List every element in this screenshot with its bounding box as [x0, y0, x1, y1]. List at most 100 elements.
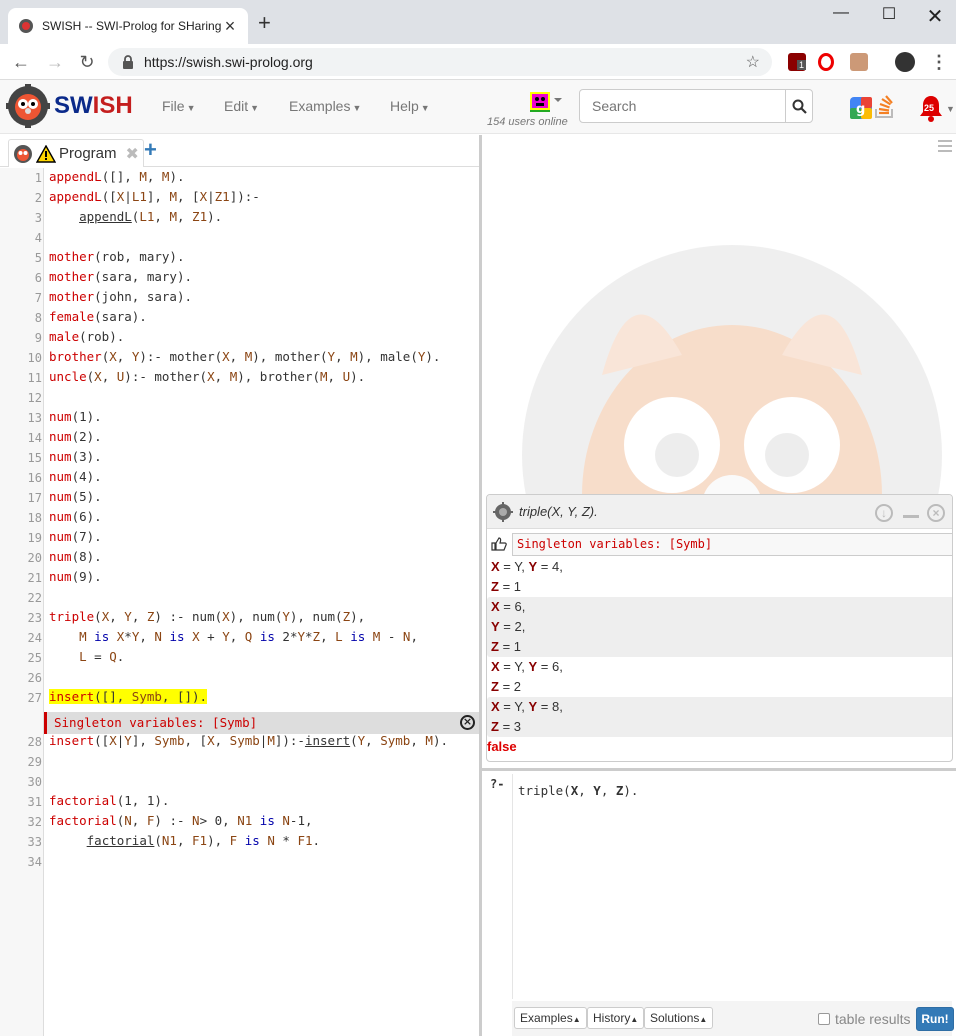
code-line: num(2). [49, 429, 102, 444]
table-results-checkbox[interactable] [818, 1013, 830, 1025]
code-line: female(sara). [49, 309, 147, 324]
cat-extension-icon[interactable] [850, 53, 868, 71]
answer[interactable]: X = Y, Y = 6, Z = 2 [487, 657, 952, 697]
answer[interactable]: X = Y, Y = 4, Z = 1 [487, 557, 952, 597]
user-avatar-icon[interactable] [530, 90, 562, 112]
svg-text:g: g [856, 102, 865, 117]
gear-icon [493, 501, 513, 522]
code-line: num(8). [49, 549, 102, 564]
query-runner: triple(X, Y, Z). ↓ × Singleton variables… [486, 494, 953, 762]
omnibox[interactable]: https://swish.swi-prolog.org ☆ [108, 48, 772, 76]
close-warning-icon[interactable]: × [460, 715, 475, 730]
browser-tab-title: SWISH -- SWI-Prolog for SHaring [42, 19, 222, 33]
forward-icon[interactable]: → [44, 52, 66, 73]
users-online: 154 users online [487, 116, 568, 128]
line-number: 31 [27, 795, 42, 809]
minimize-runner-icon[interactable] [903, 515, 919, 518]
line-number: 11 [27, 371, 42, 385]
editor-tab-strip: Program ✖ + [0, 135, 479, 167]
google-login-icon[interactable]: g [850, 97, 872, 119]
url-text: https://swish.swi-prolog.org [144, 54, 313, 70]
code-line: appendL([], M, M). [49, 169, 185, 184]
code-line: num(4). [49, 469, 102, 484]
bookmark-star-icon[interactable]: ☆ [746, 52, 760, 72]
back-icon[interactable]: ← [10, 52, 32, 73]
caret-down-icon: ▼ [352, 103, 362, 113]
close-window-icon[interactable]: ✕ [912, 4, 956, 28]
table-results-toggle[interactable]: table results [818, 1011, 910, 1027]
answer-line: X = 6, [491, 599, 526, 614]
code-line: factorial(N1, F1), F is N * F1. [86, 833, 321, 848]
line-number: 19 [27, 531, 42, 545]
hand-pointer-icon [491, 537, 507, 551]
browser-tab-bar: SWISH -- SWI-Prolog for SHaring × + — ☐ … [0, 0, 956, 44]
reload-icon[interactable]: ↻ [76, 52, 98, 73]
line-number: 6 [34, 271, 42, 285]
code-line: mother(john, sara). [49, 289, 192, 304]
runner-query: triple(X, Y, Z). [519, 504, 598, 519]
close-tab-icon[interactable]: ✖ [126, 144, 139, 164]
line-number: 22 [27, 591, 42, 605]
brand-title[interactable]: SWISH [54, 92, 133, 120]
query-editor-pane: ?- triple(X, Y, Z). Examples▲ History▲ S… [482, 768, 956, 1036]
swish-navbar: SWISH File ▼ Edit ▼ Examples ▼ Help ▼ 154 us… [0, 80, 956, 134]
close-runner-icon[interactable]: × [927, 504, 945, 522]
line-number: 28 [27, 735, 42, 749]
address-bar-row: ← → ↻ https://swish.swi-prolog.org ☆ 1 ⋮ [0, 44, 956, 80]
line-number: 21 [27, 571, 42, 585]
menu-edit[interactable]: Edit ▼ [224, 98, 259, 114]
browser-tab[interactable]: SWISH -- SWI-Prolog for SHaring × [8, 8, 248, 44]
menu-help[interactable]: Help ▼ [390, 98, 430, 114]
ublock-extension-icon[interactable]: 1 [788, 53, 806, 71]
new-tab-icon[interactable]: + [258, 12, 271, 34]
line-number: 30 [27, 775, 42, 789]
maximize-window-icon[interactable]: ☐ [866, 4, 912, 28]
menu-edit-label: Edit [224, 98, 249, 114]
search-box [579, 89, 813, 123]
examples-button[interactable]: Examples▲ [514, 1007, 587, 1029]
tab-program[interactable]: Program ✖ [8, 139, 144, 167]
line-number: 20 [27, 551, 42, 565]
notifications-caret-icon[interactable]: ▼ [946, 104, 955, 114]
history-button[interactable]: History▲ [587, 1007, 645, 1029]
notifications-bell-icon[interactable]: 25 [918, 94, 944, 122]
run-button[interactable]: Run! [916, 1007, 954, 1031]
line-number: 2 [34, 191, 42, 205]
singleton-warning-text: Singleton variables: [Symb] [54, 715, 258, 730]
line-number: 1 [34, 171, 42, 185]
add-tab-icon[interactable]: + [144, 137, 157, 163]
menu-examples[interactable]: Examples ▼ [289, 98, 361, 114]
stackoverflow-login-icon[interactable] [874, 95, 896, 119]
menu-file[interactable]: File ▼ [162, 98, 195, 114]
line-number: 25 [27, 651, 42, 665]
query-input[interactable]: triple(X, Y, Z). [512, 774, 952, 999]
search-input[interactable] [580, 90, 785, 122]
solutions-button[interactable]: Solutions▲ [644, 1007, 714, 1029]
profile-avatar[interactable] [895, 52, 915, 72]
tab-program-label: Program [59, 145, 117, 162]
search-button[interactable] [785, 90, 812, 122]
line-number: 15 [27, 451, 42, 465]
notification-count: 25 [924, 103, 935, 113]
close-tab-icon[interactable]: × [222, 16, 238, 37]
line-number: 13 [27, 411, 42, 425]
answer-line: Z = 3 [491, 719, 521, 734]
answer-line: X = Y, Y = 6, [491, 659, 563, 674]
opera-extension-icon[interactable] [818, 53, 834, 71]
code-line: appendL(L1, M, Z1). [79, 209, 223, 224]
browser-menu-icon[interactable]: ⋮ [928, 52, 950, 73]
menu-examples-label: Examples [289, 98, 351, 114]
hamburger-menu-icon[interactable] [938, 140, 952, 155]
code-line: mother(sara, mary). [49, 269, 192, 284]
answer[interactable]: X = 6, Y = 2, Z = 1 [487, 597, 952, 657]
swish-logo-icon[interactable] [6, 84, 50, 128]
minimize-window-icon[interactable]: — [818, 4, 864, 28]
download-icon[interactable]: ↓ [875, 504, 893, 522]
answer[interactable]: X = Y, Y = 8, Z = 3 [487, 697, 952, 737]
answer-line: Z = 2 [491, 679, 521, 694]
caret-up-icon: ▲ [699, 1015, 708, 1024]
answer-line: X = Y, Y = 4, [491, 559, 563, 574]
code-line-highlighted: insert([], Symb, []). [49, 689, 208, 704]
warning-icon [36, 144, 56, 163]
warning-row: Singleton variables: [Symb] [487, 533, 952, 557]
